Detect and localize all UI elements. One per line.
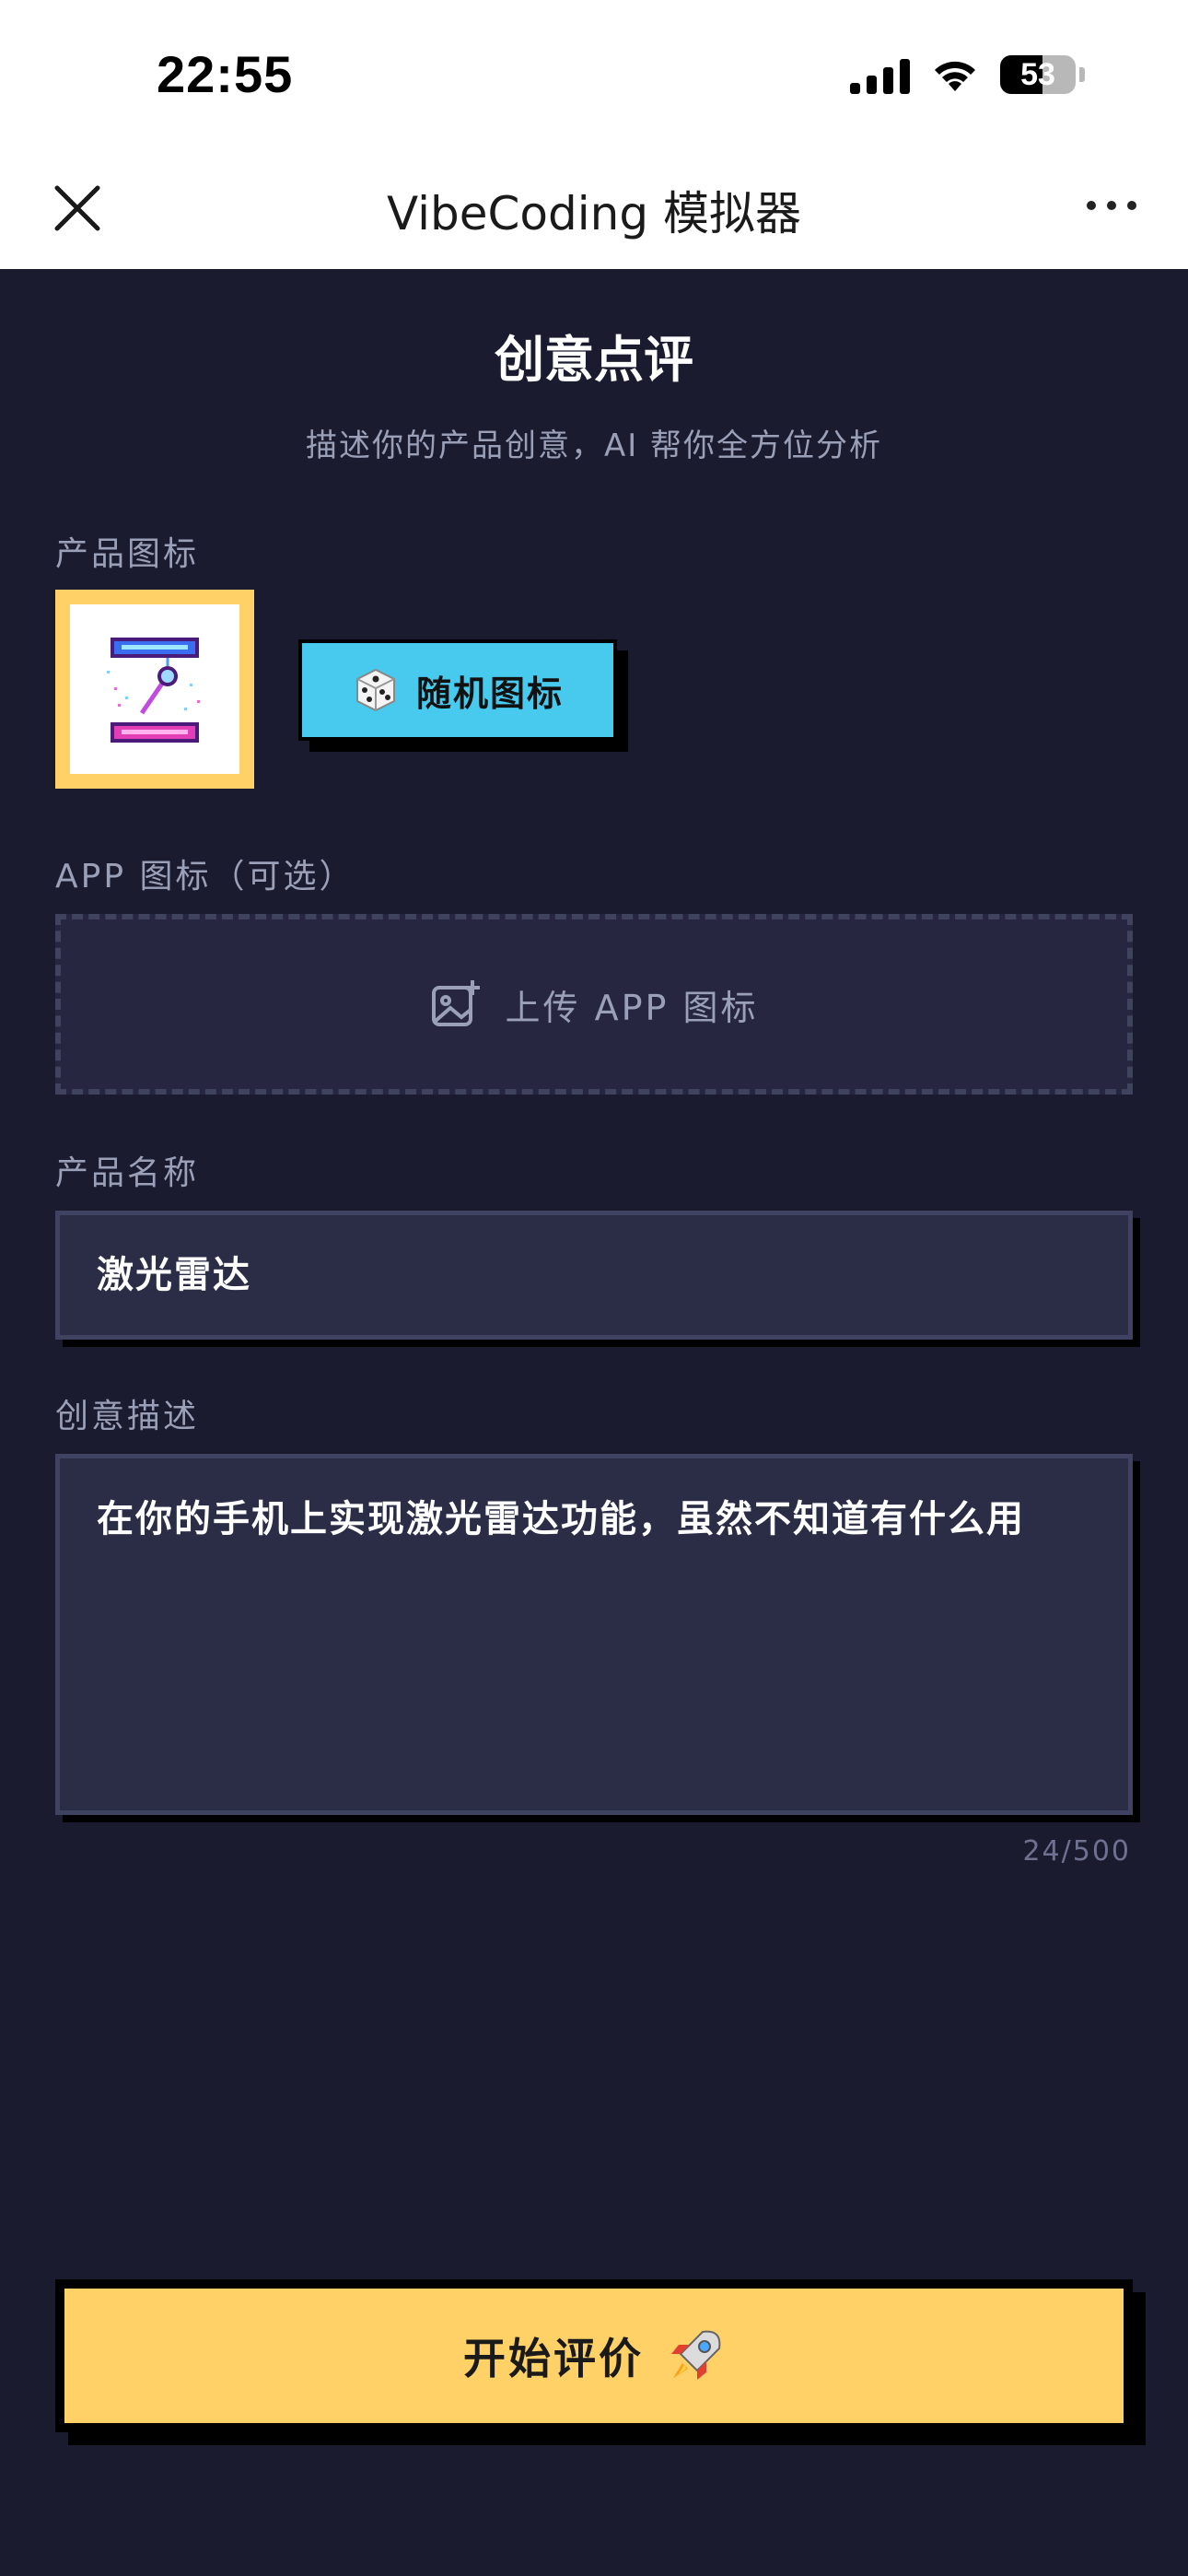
product-icon-label: 产品图标 xyxy=(55,535,200,573)
random-icon-button[interactable]: 随机图标 xyxy=(298,639,617,741)
product-name-label: 产品名称 xyxy=(55,1154,200,1192)
start-review-button[interactable]: 开始评价 xyxy=(55,2279,1133,2432)
product-name-input[interactable]: 激光雷达 xyxy=(55,1211,1133,1340)
more-icon[interactable] xyxy=(1087,201,1136,210)
image-add-icon xyxy=(431,980,480,1026)
app-icon-label: APP 图标（可选） xyxy=(55,858,355,896)
description-label: 创意描述 xyxy=(55,1398,200,1435)
character-counter: 24/500 xyxy=(1022,1835,1131,1868)
status-icons: 53 xyxy=(850,55,1085,94)
dice-icon xyxy=(355,668,395,712)
battery-icon: 53 xyxy=(1000,55,1076,94)
rocket-icon xyxy=(671,2330,721,2380)
status-time: 22:55 xyxy=(157,45,294,103)
cellular-signal-icon xyxy=(850,55,910,94)
battery-cap xyxy=(1079,67,1085,82)
upload-app-icon-button[interactable]: 上传 APP 图标 xyxy=(55,914,1133,1095)
nav-title: VibeCoding 模拟器 xyxy=(387,187,801,240)
laser-radar-icon xyxy=(107,638,200,743)
upload-app-icon-label: 上传 APP 图标 xyxy=(505,987,759,1028)
product-icon-preview[interactable] xyxy=(55,590,254,789)
page-title: 创意点评 xyxy=(495,331,693,389)
description-textarea[interactable]: 在你的手机上实现激光雷达功能，虽然不知道有什么用 xyxy=(55,1454,1133,1815)
start-review-label: 开始评价 xyxy=(463,2334,644,2383)
random-icon-label: 随机图标 xyxy=(415,673,564,714)
page-subtitle: 描述你的产品创意，AI 帮你全方位分析 xyxy=(305,427,883,464)
wifi-icon xyxy=(935,61,975,91)
battery-level: 53 xyxy=(1020,57,1055,92)
